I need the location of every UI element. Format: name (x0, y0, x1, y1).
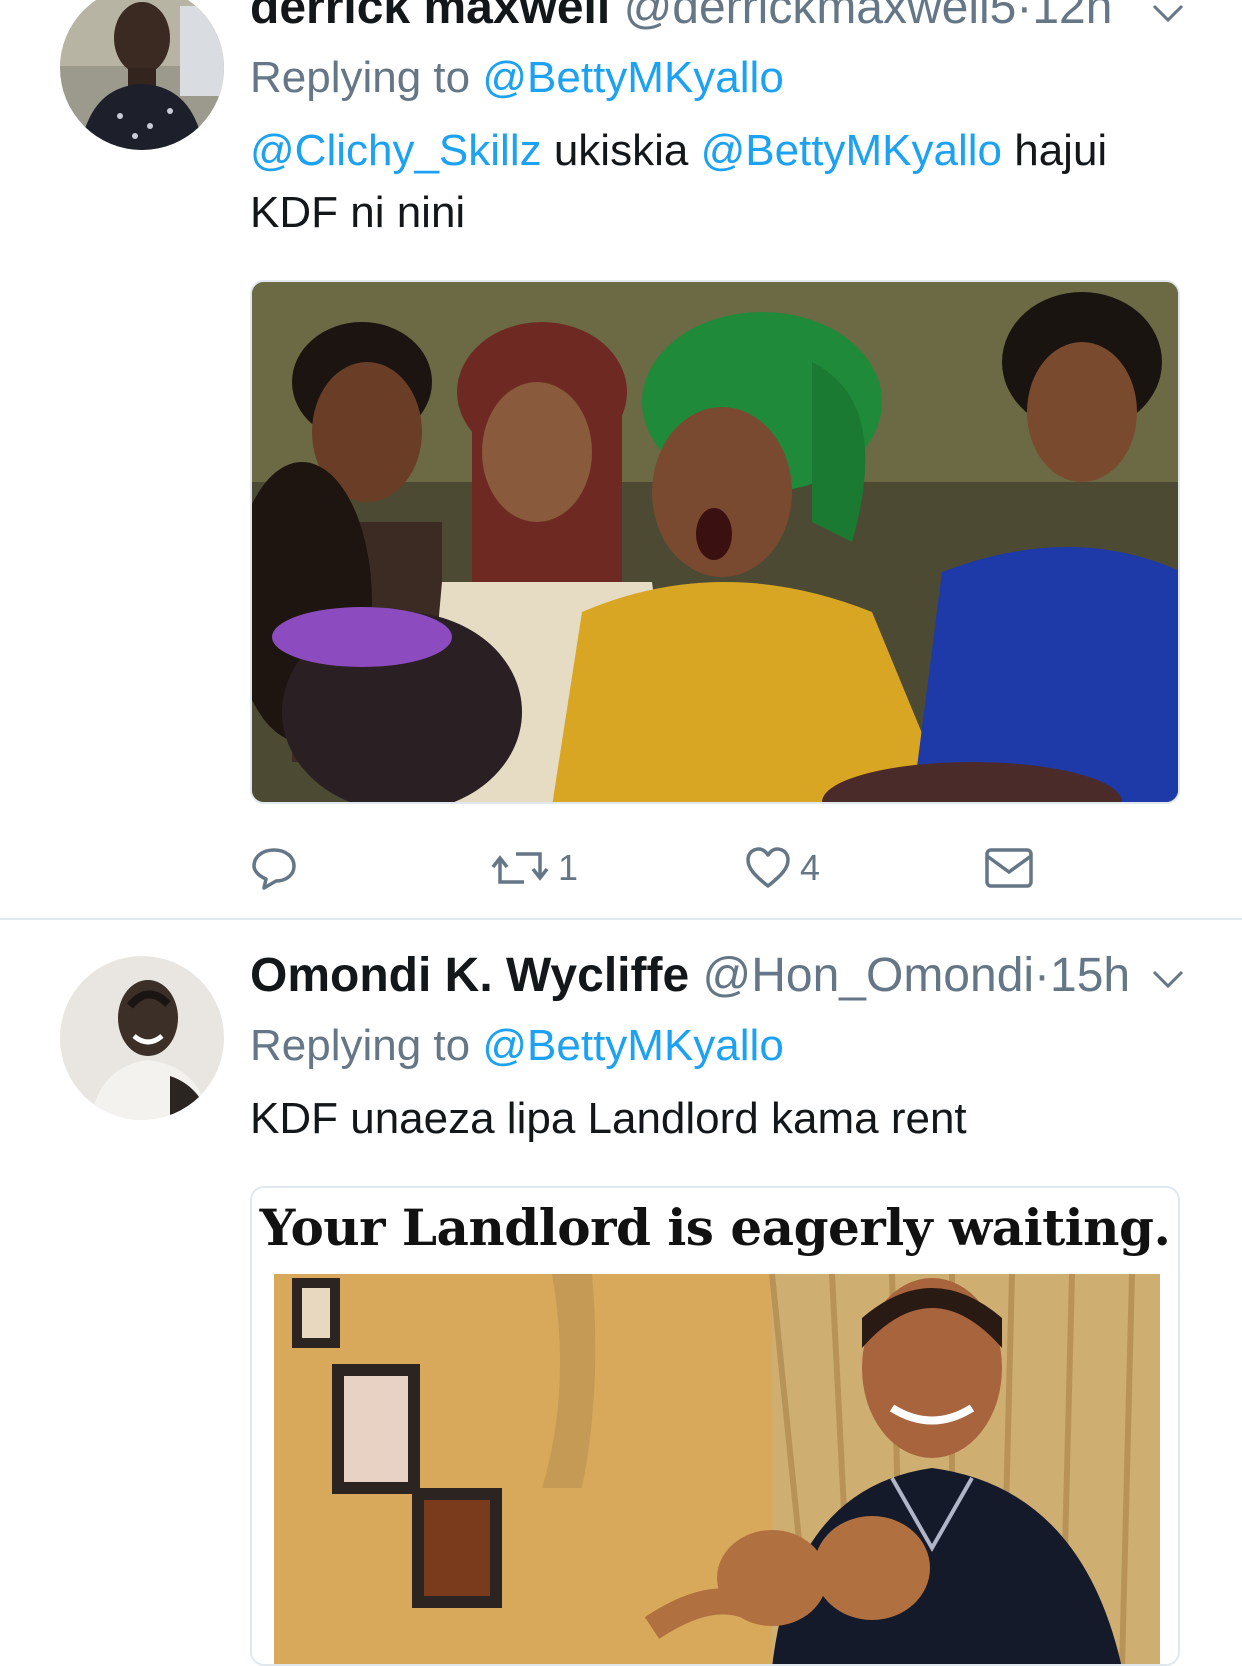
tweet-derrick-maxwell[interactable]: derrick maxwell @derrickmaxwell5·12h Rep… (0, 0, 1242, 918)
reply-button[interactable] (250, 838, 306, 898)
chevron-down-icon[interactable] (1148, 966, 1188, 996)
replying-prefix: Replying to (250, 53, 471, 102)
photo-women-surprised (252, 282, 1178, 802)
display-name[interactable]: Omondi K. Wycliffe (250, 949, 689, 1002)
avatar[interactable] (60, 956, 224, 1120)
display-name[interactable]: derrick maxwell (250, 0, 610, 34)
tweet-text-part: ukiskia (541, 126, 701, 175)
tweet-omondi-wycliffe[interactable]: Omondi K. Wycliffe @Hon_Omondi·15h Reply… (0, 920, 1242, 1666)
tweet-text: KDF unaeza lipa Landlord kama rent (250, 1094, 967, 1143)
envelope-icon (984, 846, 1034, 890)
like-count: 4 (800, 847, 821, 888)
replying-mention[interactable]: @BettyMKyallo (482, 53, 783, 102)
separator-dot: · (1016, 0, 1033, 34)
timestamp[interactable]: 15h (1050, 949, 1130, 1002)
replying-prefix: Replying to (250, 1021, 471, 1070)
tweet-header: Omondi K. Wycliffe @Hon_Omondi·15h (250, 948, 1130, 1004)
chevron-down-icon[interactable] (1148, 0, 1188, 30)
replying-to: Replying to @BettyMKyallo (250, 50, 784, 106)
reply-icon (250, 844, 298, 892)
avatar-photo (60, 0, 224, 150)
replying-to: Replying to @BettyMKyallo (250, 1018, 784, 1074)
direct-message-button[interactable] (984, 838, 1034, 898)
mention-link[interactable]: @Clichy_Skillz (250, 126, 542, 175)
user-handle[interactable]: @Hon_Omondi (703, 949, 1035, 1002)
heart-icon (744, 844, 792, 892)
avatar[interactable] (60, 0, 224, 150)
mention-link[interactable]: @BettyMKyallo (701, 126, 1002, 175)
tweet-media-photo[interactable]: Your Landlord is eagerly waiting. (250, 1186, 1180, 1666)
tweet-actions: 1 4 (250, 838, 1050, 898)
replying-mention[interactable]: @BettyMKyallo (482, 1021, 783, 1070)
retweet-button[interactable]: 1 (490, 838, 578, 898)
user-handle[interactable]: @derrickmaxwell5 (624, 0, 1017, 34)
retweet-count: 1 (558, 847, 579, 888)
timestamp[interactable]: 12h (1032, 0, 1112, 34)
photo-landlord-meme (274, 1273, 1160, 1664)
tweet-text: @Clichy_Skillz ukiskia @BettyMKyallo haj… (250, 120, 1130, 244)
retweet-icon (490, 844, 550, 892)
like-button[interactable]: 4 (744, 838, 820, 898)
separator-dot: · (1034, 949, 1051, 1002)
avatar-photo (60, 956, 224, 1120)
tweet-media-photo[interactable] (250, 280, 1180, 804)
tweet-header: derrick maxwell @derrickmaxwell5·12h (250, 0, 1112, 36)
